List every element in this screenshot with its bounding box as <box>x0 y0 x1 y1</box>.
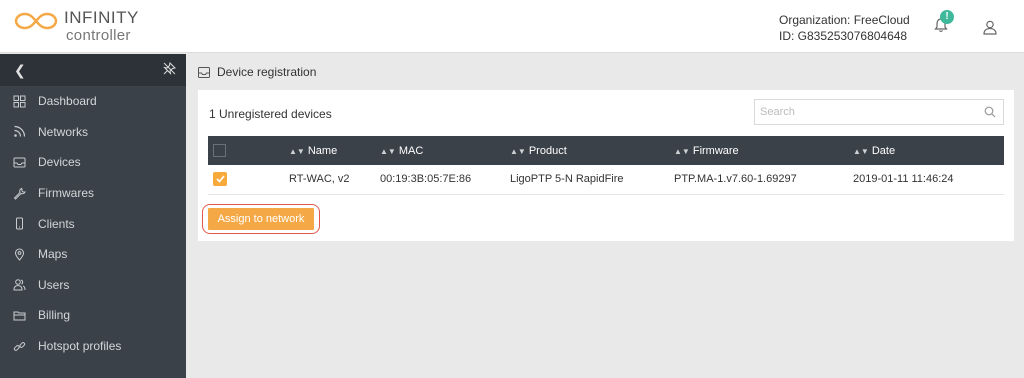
cell-firmware: PTP.MA-1.v7.60-1.69297 <box>674 173 797 186</box>
sidebar-item-clients[interactable]: Clients <box>0 208 186 239</box>
column-header-firmware[interactable]: ▲▼ Firmware <box>674 136 853 165</box>
sort-icon: ▲▼ <box>380 146 396 156</box>
sidebar-item-networks[interactable]: Networks <box>0 117 186 148</box>
collapse-sidebar-icon[interactable]: ❮ <box>14 62 26 79</box>
sort-icon: ▲▼ <box>510 146 526 156</box>
sidebar-item-users[interactable]: Users <box>0 270 186 301</box>
cell-product: LigoPTP 5-N RapidFire <box>510 173 624 186</box>
sidebar-item-label: Billing <box>38 308 71 323</box>
sidebar-item-billing[interactable]: Billing <box>0 300 186 331</box>
unregistered-count: 1 Unregistered devices <box>209 107 332 121</box>
cell-mac: 00:19:3B:05:7E:86 <box>380 173 472 186</box>
rss-icon <box>14 126 26 138</box>
inbox-icon <box>198 66 210 78</box>
column-header-name[interactable]: ▲▼ Name <box>289 136 380 165</box>
row-checkbox[interactable] <box>213 172 227 187</box>
billing-icon <box>13 311 26 321</box>
sidebar-item-label: Firmwares <box>38 186 94 201</box>
sidebar-item-label: Dashboard <box>38 94 97 109</box>
checkmark-icon <box>215 175 225 183</box>
phone-icon <box>16 217 23 230</box>
sidebar-item-maps[interactable]: Maps <box>0 239 186 270</box>
sidebar-item-dashboard[interactable]: Dashboard <box>0 86 186 117</box>
sort-icon: ▲▼ <box>674 146 690 156</box>
notification-badge: ! <box>940 10 954 24</box>
sidebar-item-label: Devices <box>38 155 81 170</box>
breadcrumb: Device registration <box>198 65 316 79</box>
device-registration-panel: 1 Unregistered devices ▲▼Name ▲▼MAC ▲▼Pr… <box>198 90 1014 241</box>
user-icon[interactable] <box>982 19 998 35</box>
inbox-icon <box>13 157 26 168</box>
sidebar-item-label: Clients <box>38 216 75 231</box>
sort-icon: ▲▼ <box>853 146 869 156</box>
sort-icon: ▲▼ <box>289 146 305 156</box>
column-header-mac[interactable]: ▲▼ MAC <box>380 136 510 165</box>
organization-id: ID: G835253076804648 <box>779 29 908 43</box>
page-title: Device registration <box>217 65 317 79</box>
cell-name: RT-WAC, v2 <box>289 173 350 186</box>
dashboard-icon <box>13 95 26 108</box>
sidebar-toolbar: ❮ <box>0 54 186 86</box>
sidebar-item-firmwares[interactable]: Firmwares <box>0 178 186 209</box>
logo-subtitle: controller <box>66 27 131 44</box>
column-header-product[interactable]: ▲▼ Product <box>510 136 674 165</box>
search-icon[interactable] <box>984 106 996 118</box>
organization-name: Organization: FreeCloud <box>779 13 910 27</box>
search-input[interactable] <box>755 100 975 124</box>
link-icon <box>13 341 26 351</box>
sidebar-item-hotspot-profiles[interactable]: Hotspot profiles <box>0 331 186 362</box>
sidebar-item-label: Hotspot profiles <box>38 339 122 354</box>
select-all-checkbox[interactable] <box>213 144 226 157</box>
wrench-icon <box>13 187 26 200</box>
table-row[interactable]: RT-WAC, v2 00:19:3B:05:7E:86 LigoPTP 5-N… <box>208 165 1004 194</box>
column-header-date[interactable]: ▲▼ Date <box>853 136 1004 165</box>
table-header-row: ▲▼ Name ▲▼ MAC ▲▼ Product ▲▼ Firmware ▲▼ Date <box>208 136 1004 165</box>
infinity-logo-icon <box>14 12 58 30</box>
unpin-icon[interactable] <box>163 62 176 75</box>
sidebar-item-label: Users <box>38 277 70 292</box>
map-pin-icon <box>14 248 25 261</box>
sidebar: ❮ Dashboard Networks Devices Firmwares C… <box>0 54 186 378</box>
logo-title: INFINITY <box>64 8 139 27</box>
assign-to-network-button[interactable]: Assign to network <box>208 208 314 230</box>
top-header: INFINITY controller Organization: FreeCl… <box>0 0 1024 53</box>
search-box <box>754 99 1004 125</box>
organization-info: Organization: FreeCloud ID: G83525307680… <box>779 12 910 44</box>
assign-highlight: Assign to network <box>202 204 320 234</box>
sidebar-item-devices[interactable]: Devices <box>0 147 186 178</box>
users-icon <box>13 279 26 291</box>
devices-table: ▲▼ Name ▲▼ MAC ▲▼ Product ▲▼ Firmware ▲▼ Date… <box>208 136 1004 195</box>
cell-date: 2019-01-11 11:46:24 <box>853 173 954 186</box>
logo[interactable]: INFINITY controller <box>14 8 174 48</box>
sidebar-item-label: Maps <box>38 247 68 262</box>
sidebar-item-label: Networks <box>38 124 89 139</box>
